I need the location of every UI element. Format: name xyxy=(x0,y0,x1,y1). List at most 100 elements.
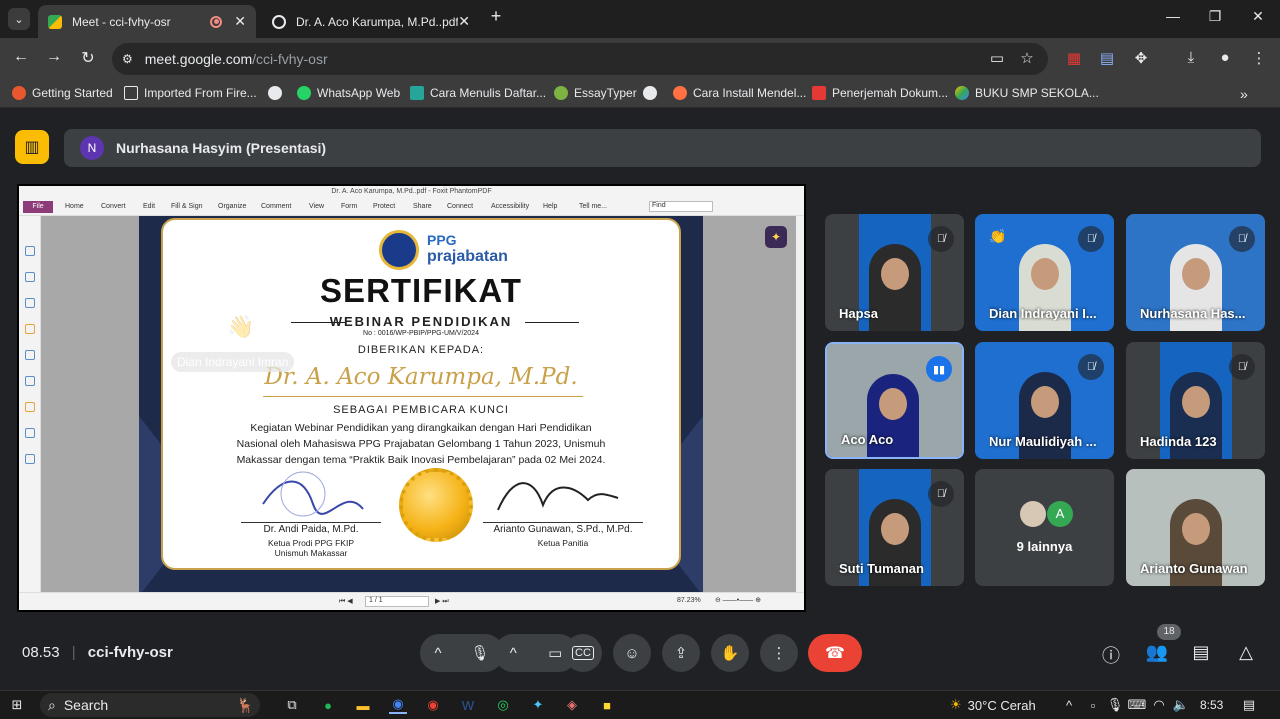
form-panel-icon[interactable] xyxy=(25,428,35,438)
pdf-menu-file[interactable]: File xyxy=(23,201,53,213)
site-info-icon[interactable]: ⚙ xyxy=(122,52,133,66)
close-window-icon[interactable]: ✕ xyxy=(1248,8,1268,25)
extension-icon[interactable]: ▦ xyxy=(1063,49,1085,67)
windows-start-icon[interactable]: ⊞ xyxy=(8,696,26,714)
bookmark-star-icon[interactable]: ☆ xyxy=(1016,49,1038,67)
camera-in-use-icon[interactable]: ▭ xyxy=(986,49,1008,67)
chrome-icon[interactable]: ◉ xyxy=(389,696,407,714)
document-extension-icon[interactable]: ▤ xyxy=(1096,49,1118,67)
leave-call-button[interactable]: ☎ xyxy=(808,634,862,672)
tab-meet[interactable]: Meet - cci-fvhy-osr ✕ xyxy=(38,5,256,38)
app-icon[interactable]: ◈ xyxy=(563,696,581,714)
pdf-menu-item[interactable]: Edit xyxy=(143,203,155,210)
tools-panel-icon[interactable] xyxy=(25,454,35,464)
notifications-icon[interactable]: ▤ xyxy=(1240,696,1258,714)
pdf-find-input[interactable]: Find xyxy=(649,201,713,212)
profile-avatar[interactable]: ● xyxy=(1214,49,1236,66)
extensions-puzzle-icon[interactable]: ✥ xyxy=(1130,49,1152,67)
volume-icon[interactable]: 🔈 xyxy=(1173,696,1189,714)
bookmark-item[interactable] xyxy=(643,86,663,100)
pdf-tell-me[interactable]: Tell me... xyxy=(579,203,607,210)
participant-tile[interactable]: 👏 🎙̸ Dian Indrayani I... xyxy=(975,214,1114,331)
menu-kebab-icon[interactable]: ⋮ xyxy=(1248,49,1270,67)
spotify-icon[interactable]: ● xyxy=(319,696,337,714)
bookmark-panel-icon[interactable] xyxy=(25,246,35,256)
participant-tile[interactable]: 🎙̸ Hadinda 123 xyxy=(1126,342,1265,459)
pdf-menu-item[interactable]: Protect xyxy=(373,203,395,210)
chevron-up-icon[interactable]: ^ xyxy=(434,645,441,662)
pdf-menu-item[interactable]: Fill & Sign xyxy=(171,203,203,210)
signature-panel-icon[interactable] xyxy=(25,376,35,386)
reload-icon[interactable]: ↻ xyxy=(77,48,99,68)
back-arrow-icon[interactable]: ← xyxy=(10,48,32,66)
chat-icon[interactable]: ▤ xyxy=(1189,642,1213,663)
app-icon[interactable]: ✦ xyxy=(529,696,547,714)
whatsapp-icon[interactable]: ◎ xyxy=(494,696,512,714)
close-tab-icon[interactable]: ✕ xyxy=(234,13,246,30)
taskbar-search[interactable]: ⌕ Search 🦌 xyxy=(40,693,260,717)
pdf-menu-item[interactable]: Home xyxy=(65,203,84,210)
zoom-slider[interactable]: ⊖ ——•—— ⊕ xyxy=(715,596,761,604)
taskbar-clock[interactable]: 8:53 xyxy=(1200,696,1223,714)
sticky-notes-icon[interactable]: ■ xyxy=(598,696,616,714)
microphone-control[interactable]: ^ 🎙 xyxy=(420,634,504,672)
pdf-menu-item[interactable]: Comment xyxy=(261,203,291,210)
show-hidden-icons-icon[interactable]: ^ xyxy=(1062,696,1076,714)
bookmark-item[interactable]: EssayTyper xyxy=(554,86,637,100)
bookmark-item[interactable]: Cara Menulis Daftar... xyxy=(410,86,546,100)
file-explorer-icon[interactable]: ▬ xyxy=(354,696,372,714)
bookmark-item[interactable]: Getting Started xyxy=(12,86,113,100)
bookmark-folder[interactable]: Imported From Fire... xyxy=(124,86,257,100)
chrome-profile-icon[interactable]: ◉ xyxy=(424,696,442,714)
participant-tile-active-speaker[interactable]: ▮▮ Aco Aco xyxy=(825,342,964,459)
meeting-details-icon[interactable]: ⓘ xyxy=(1099,642,1123,668)
more-options-button[interactable]: ⋮ xyxy=(760,634,798,672)
word-icon[interactable]: W xyxy=(459,696,477,714)
page-nav-icon[interactable]: ⏮ ◀ xyxy=(339,597,353,606)
pdf-menu-item[interactable]: Accessibility xyxy=(491,203,529,210)
pdf-menu-item[interactable]: Share xyxy=(413,203,432,210)
people-icon[interactable]: 👥 xyxy=(1145,642,1169,663)
more-bookmarks-icon[interactable]: » xyxy=(1240,86,1248,102)
close-tab-icon[interactable]: ✕ xyxy=(458,13,470,30)
pdf-menu-item[interactable]: Help xyxy=(543,203,557,210)
bookmark-item[interactable]: Penerjemah Dokum... xyxy=(812,86,948,100)
address-bar[interactable]: ⚙ meet.google.com/cci-fvhy-osr xyxy=(112,43,1048,75)
pdf-menu-item[interactable]: Organize xyxy=(218,203,246,210)
bookmark-item[interactable] xyxy=(268,86,288,100)
tab-search-button[interactable]: ⌄ xyxy=(8,8,30,30)
participant-tile[interactable]: 🎙̸ Nurhasana Has... xyxy=(1126,214,1265,331)
pdf-scrollbar[interactable] xyxy=(796,216,804,592)
pdf-menu-item[interactable]: Form xyxy=(341,203,357,210)
wifi-icon[interactable]: ◠ xyxy=(1152,696,1166,714)
tab-pdf[interactable]: Dr. A. Aco Karumpa, M.Pd..pdf ✕ xyxy=(262,5,480,38)
weather-widget[interactable]: ☀ 30°C Cerah xyxy=(950,696,1036,714)
pdf-menu-item[interactable]: Connect xyxy=(447,203,473,210)
bookmark-item[interactable]: BUKU SMP SEKOLA... xyxy=(955,86,1099,100)
task-view-icon[interactable]: ⧉ xyxy=(283,696,301,714)
activities-icon[interactable]: △ xyxy=(1234,642,1258,663)
pages-panel-icon[interactable] xyxy=(25,272,35,282)
raise-hand-button[interactable]: ✋ xyxy=(711,634,749,672)
page-indicator[interactable]: 1 / 1 xyxy=(365,596,429,607)
download-icon[interactable]: ⤓ xyxy=(1180,49,1202,66)
participant-tile[interactable]: 🎙̸ Suti Tumanan xyxy=(825,469,964,586)
participant-tile[interactable]: Arianto Gunawan xyxy=(1126,469,1265,586)
camera-tray-icon[interactable]: ▫ xyxy=(1086,696,1100,714)
layers-panel-icon[interactable] xyxy=(25,298,35,308)
pdf-menu-item[interactable]: View xyxy=(309,203,324,210)
microphone-tray-icon[interactable]: 🎙 xyxy=(1107,696,1124,714)
camera-icon[interactable]: ▭ xyxy=(548,644,562,662)
participant-tile[interactable]: 🎙̸ Nur Maulidiyah ... xyxy=(975,342,1114,459)
comments-panel-icon[interactable] xyxy=(25,324,35,334)
bookmark-item[interactable]: WhatsApp Web xyxy=(297,86,400,100)
pdf-menu-item[interactable]: Convert xyxy=(101,203,126,210)
emoji-button[interactable]: ☺ xyxy=(613,634,651,672)
attachments-panel-icon[interactable] xyxy=(25,350,35,360)
restore-icon[interactable]: ❐ xyxy=(1205,8,1225,25)
new-tab-button[interactable]: + xyxy=(486,6,506,27)
present-screen-button[interactable]: ⇪ xyxy=(662,634,700,672)
bookmark-item[interactable]: Cara Install Mendel... xyxy=(673,86,806,100)
chevron-up-icon[interactable]: ^ xyxy=(510,645,517,662)
keyboard-icon[interactable]: ⌨ xyxy=(1128,696,1147,714)
